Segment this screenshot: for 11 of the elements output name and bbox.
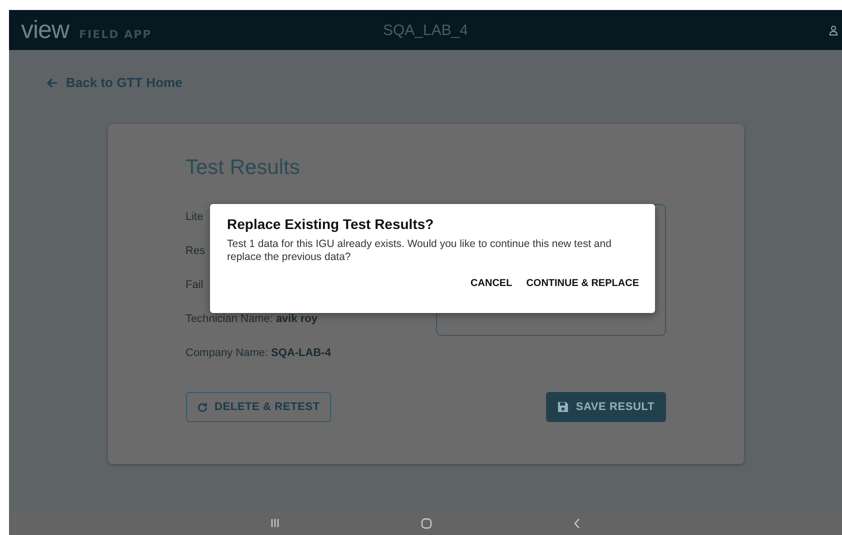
- field-text: Fail: [186, 278, 204, 293]
- dialog-message: Test 1 data for this IGU already exists. Would you like to continue this new test and replace the previous data?: [227, 238, 612, 264]
- card-title: Test Results: [186, 156, 301, 180]
- page-title: SQA_LAB_4: [382, 22, 468, 38]
- logo: view: [21, 16, 70, 44]
- field-text: Company Name: SQA-LAB-4: [186, 346, 331, 361]
- field-text: Technician Name: avik roy: [186, 312, 318, 327]
- field-text: Res: [186, 244, 206, 259]
- field-text: Lite: [186, 210, 204, 225]
- app-subtitle: FIELD APP: [79, 28, 152, 40]
- dialog-title: Replace Existing Test Results?: [227, 216, 435, 232]
